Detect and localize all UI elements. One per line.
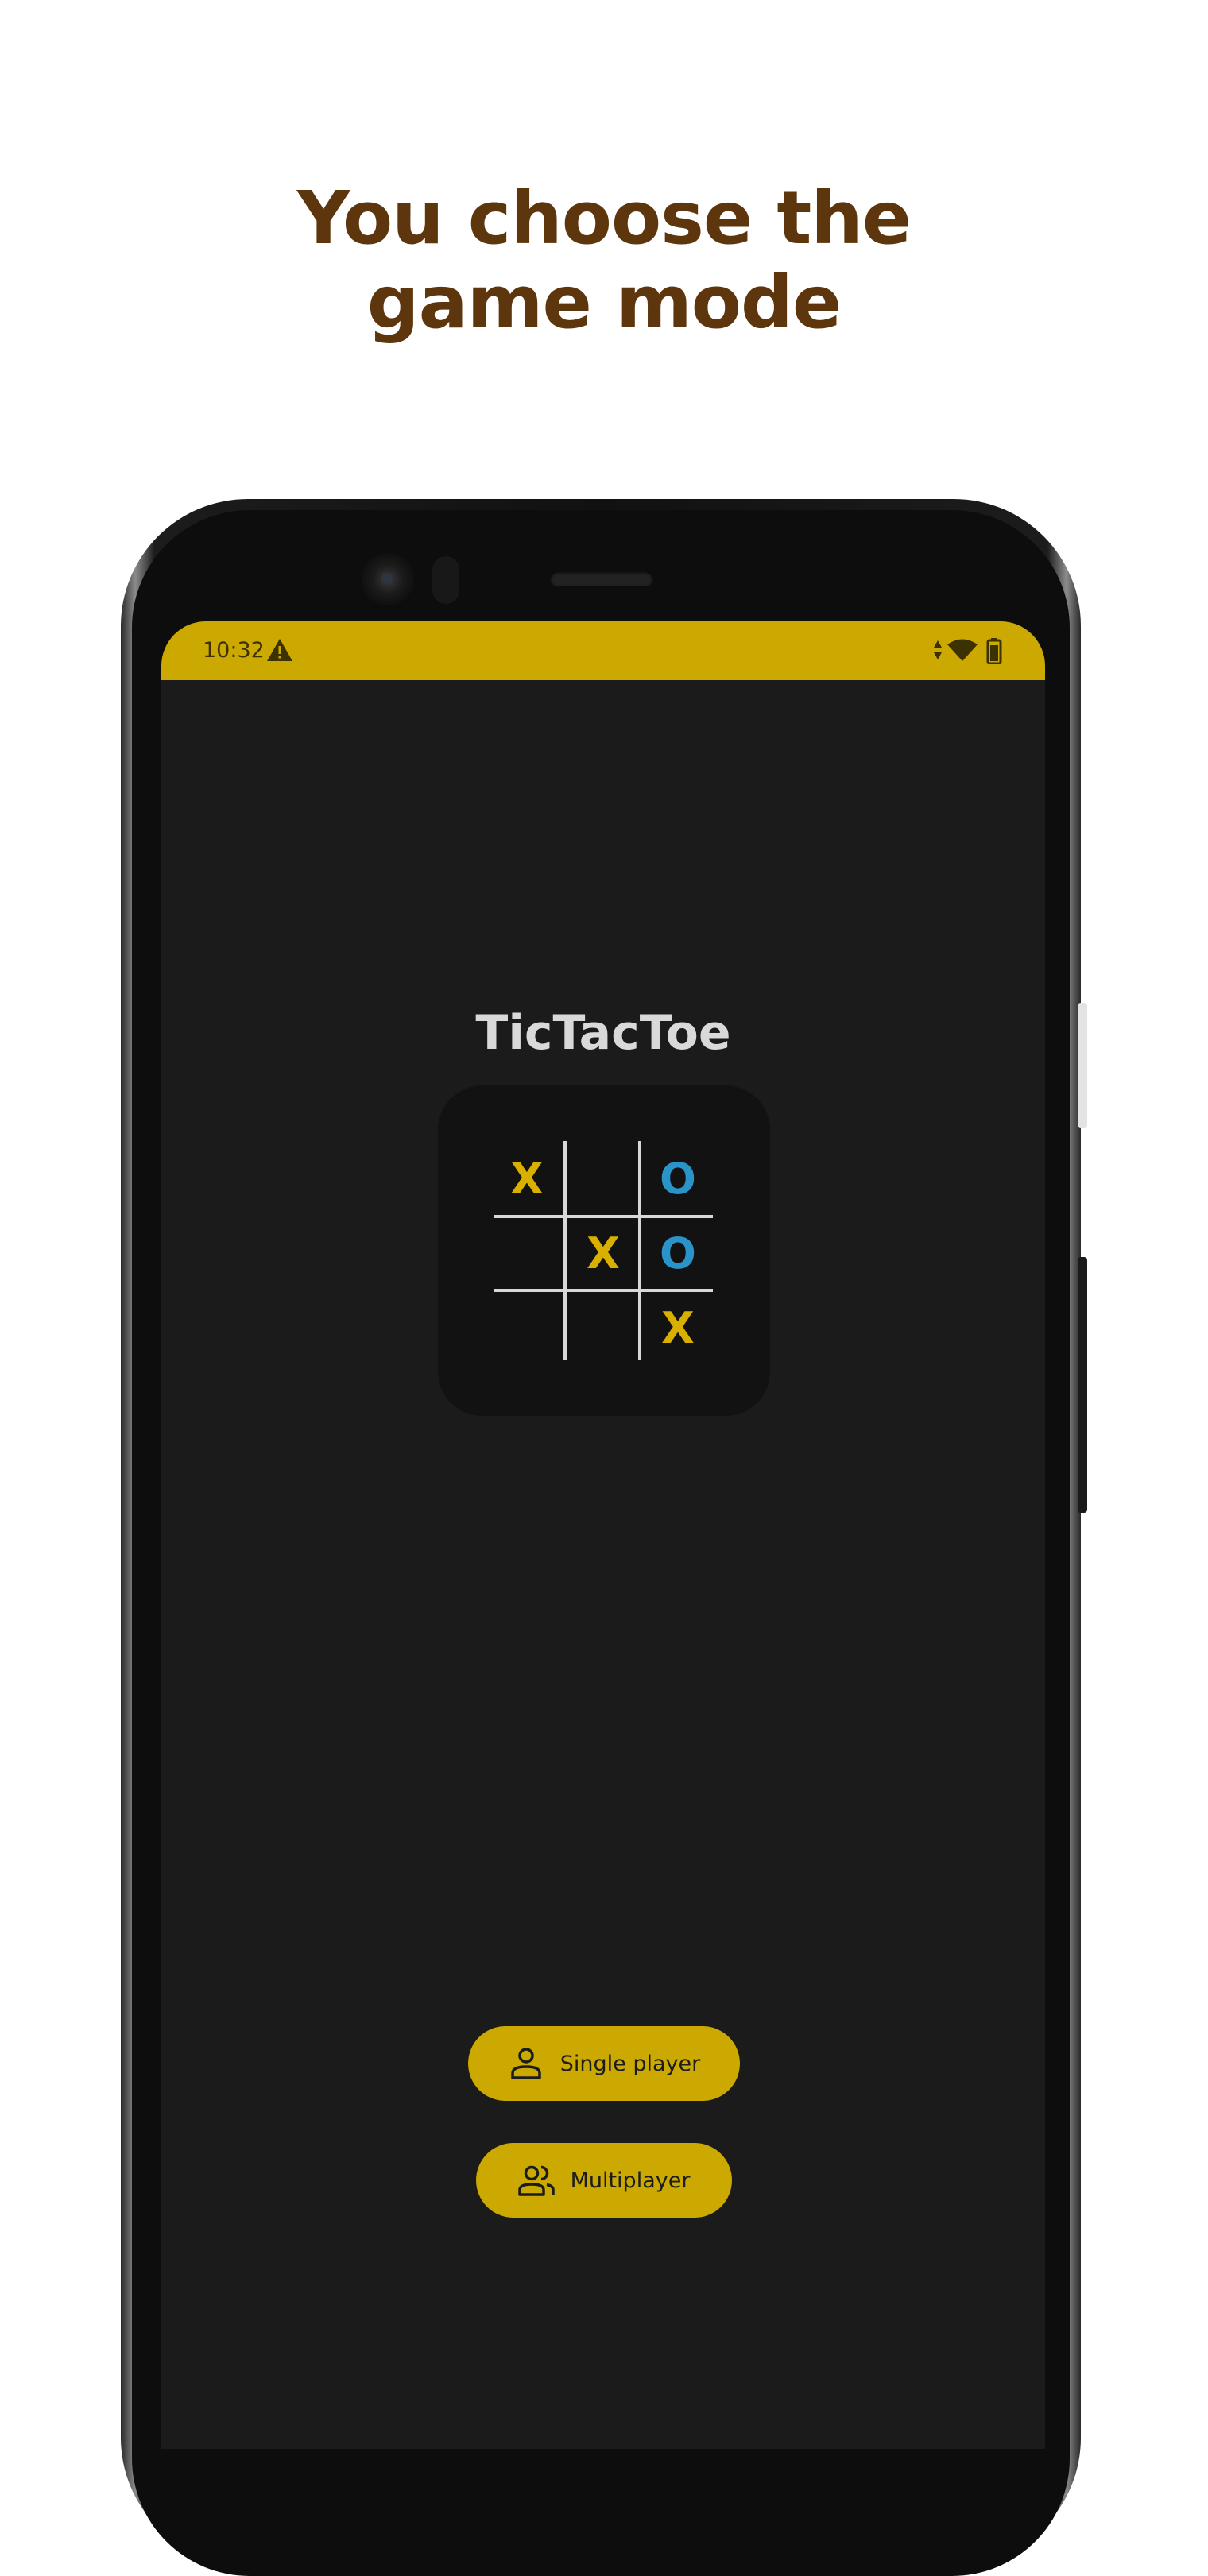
front-camera xyxy=(362,553,414,605)
board-cell-1-1: X xyxy=(510,1154,544,1204)
single-player-label: Single player xyxy=(559,2051,701,2076)
multiplayer-label: Multiplayer xyxy=(570,2168,691,2193)
data-signal-icon xyxy=(934,640,942,659)
earpiece-speaker xyxy=(550,571,653,586)
phone-side-button-bottom xyxy=(1078,1257,1087,1513)
warning-icon xyxy=(267,639,292,661)
board-cell-3-2 xyxy=(567,1292,640,1365)
status-time: 10:32 xyxy=(203,638,265,663)
board-cell-2-3: O xyxy=(660,1228,696,1278)
wifi-icon xyxy=(947,639,978,661)
battery-icon xyxy=(986,638,1002,664)
person-icon xyxy=(511,2048,541,2079)
board-cell-2-2: X xyxy=(587,1228,620,1278)
board-cell-3-1 xyxy=(490,1292,563,1365)
board-cell-1-3: O xyxy=(660,1154,696,1204)
status-bar: 10:32 xyxy=(161,621,1045,680)
multiplayer-button[interactable]: Multiplayer xyxy=(476,2143,732,2218)
board-cell-2-1 xyxy=(490,1217,563,1290)
people-icon xyxy=(517,2165,555,2196)
promo-headline: You choose the game mode xyxy=(0,176,1208,345)
board-cell-3-3: X xyxy=(661,1303,695,1353)
app-logo: X O X O X xyxy=(438,1085,770,1416)
phone-screen: 10:32 TicTacToe X O X O X Single player … xyxy=(161,621,1045,2449)
board-cell-1-2 xyxy=(567,1143,640,1216)
headline-line-1: You choose the xyxy=(296,176,912,261)
app-title: TicTacToe xyxy=(475,1005,731,1061)
proximity-sensor xyxy=(432,556,459,604)
phone-side-button-top xyxy=(1078,1003,1087,1128)
single-player-button[interactable]: Single player xyxy=(468,2026,740,2101)
headline-line-2: game mode xyxy=(366,260,842,345)
